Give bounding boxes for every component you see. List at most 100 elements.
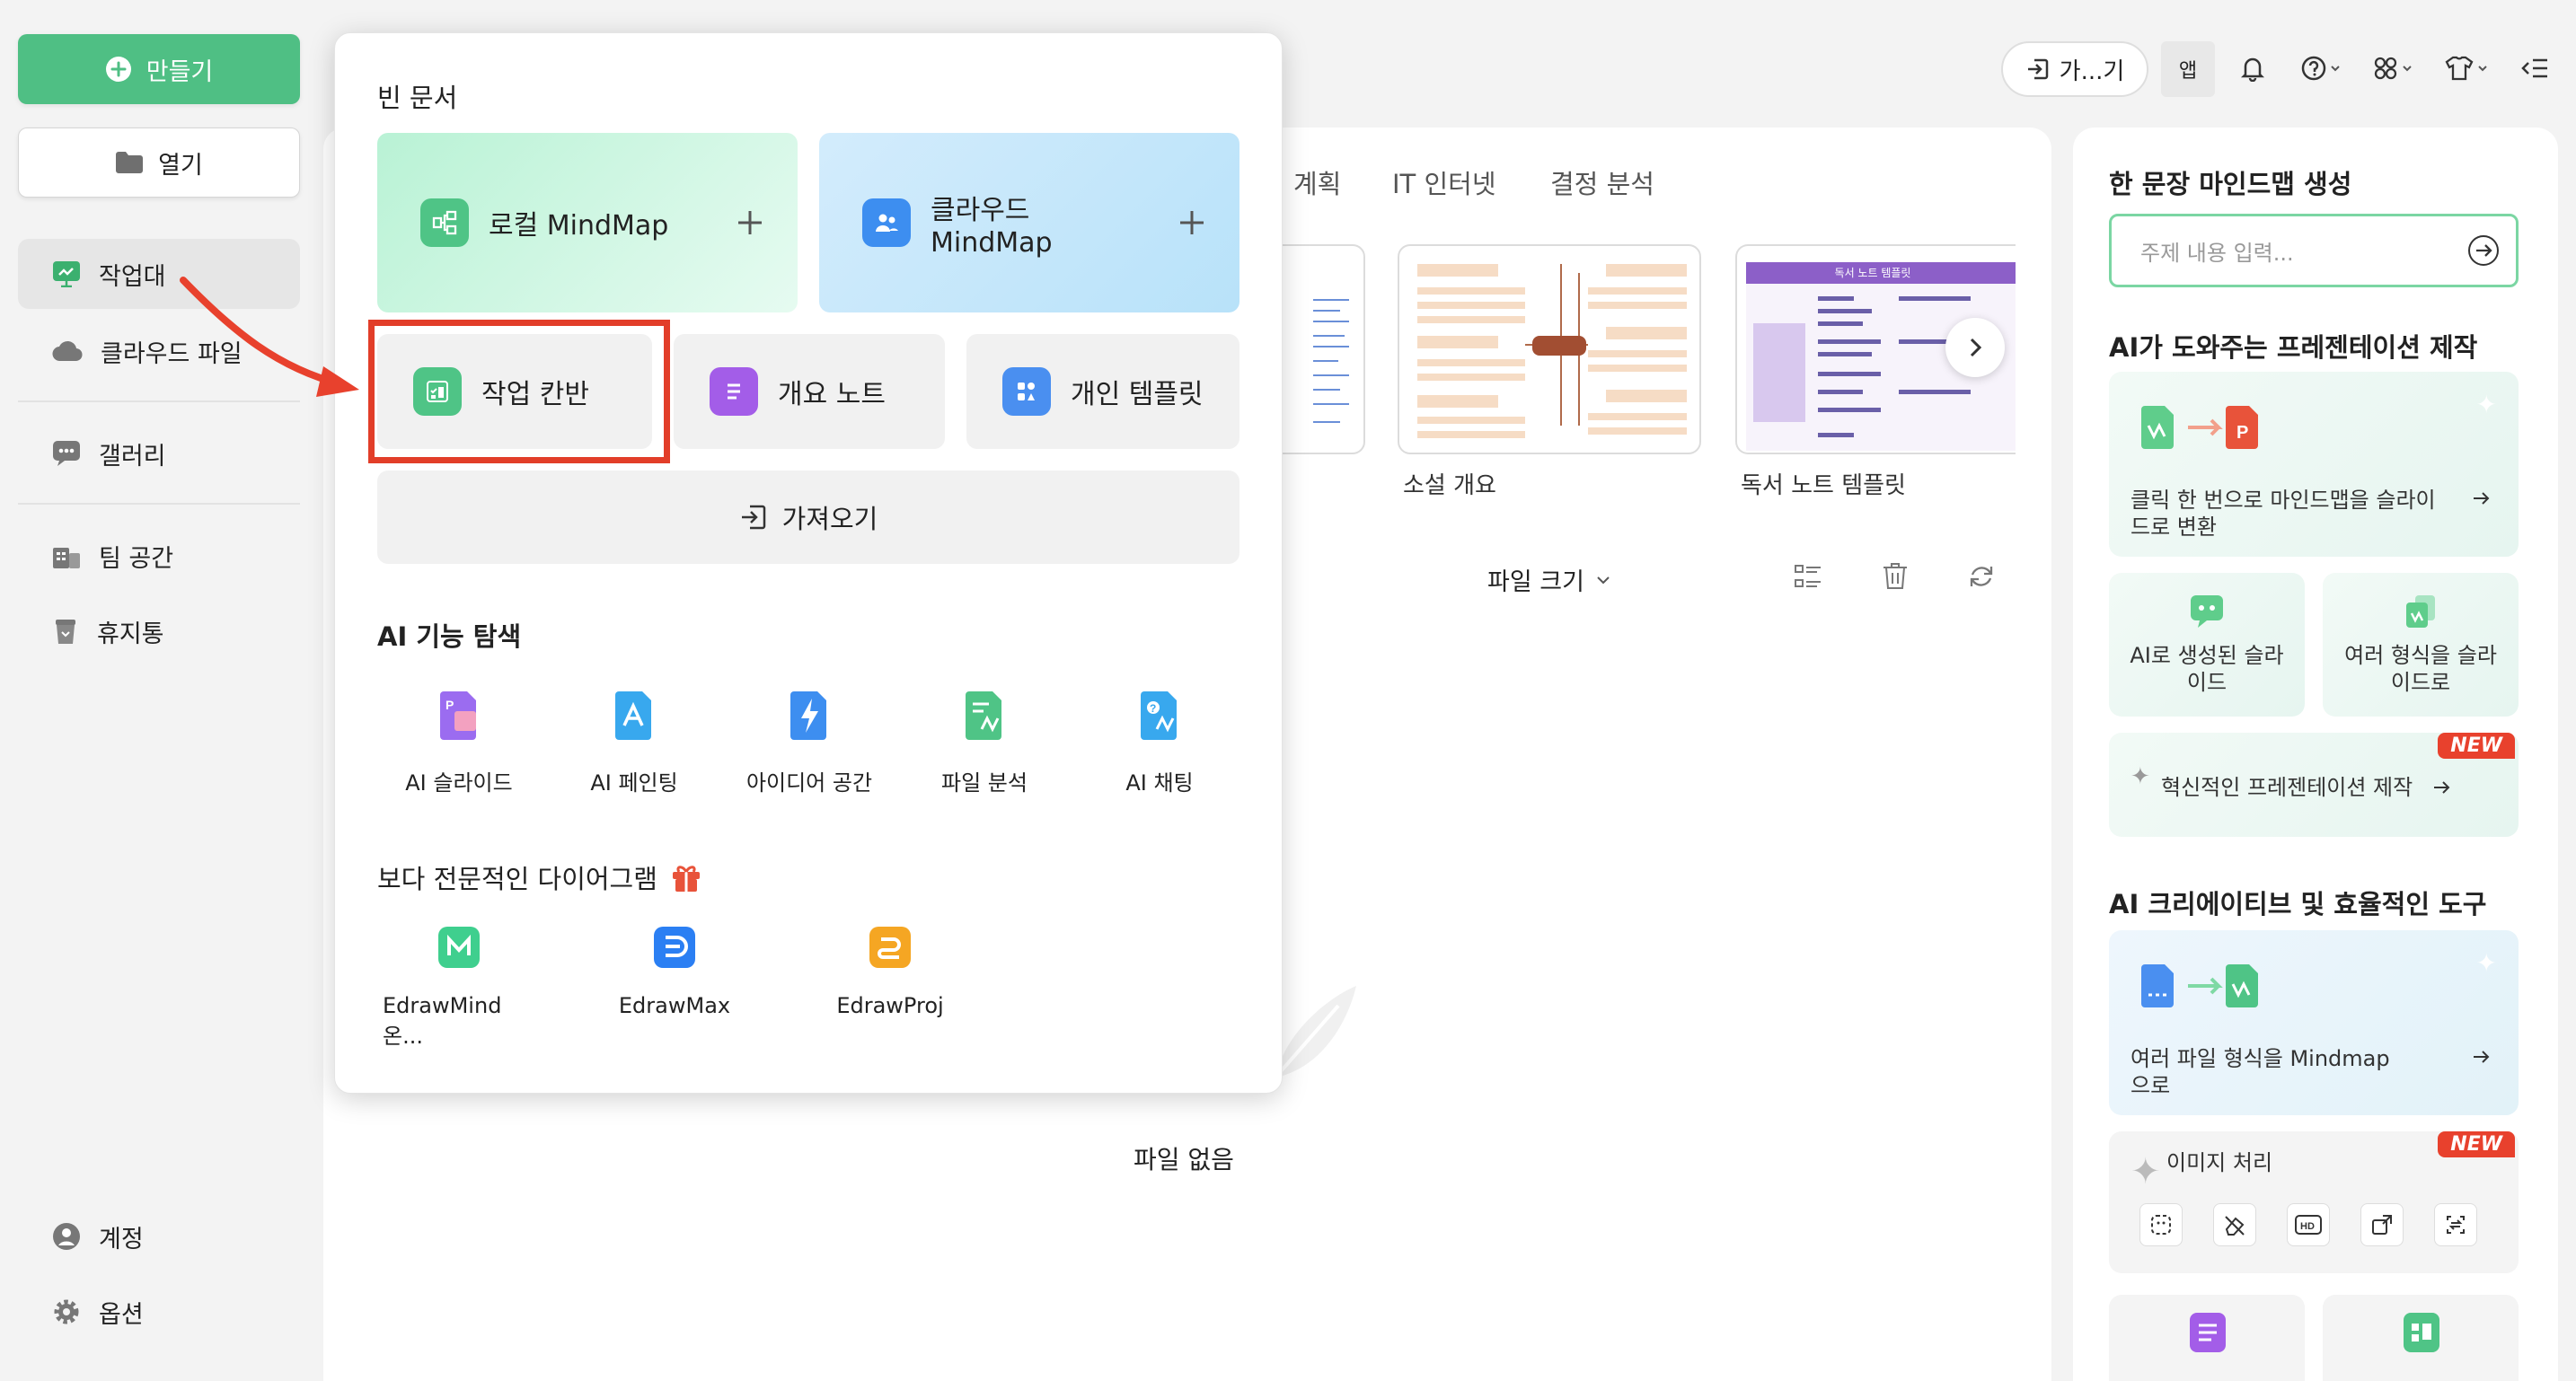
- eraser-icon[interactable]: [2213, 1203, 2256, 1246]
- ai-painting-icon: [612, 690, 657, 742]
- hd-icon[interactable]: HD: [2287, 1203, 2330, 1246]
- svg-text:P: P: [2236, 423, 2248, 443]
- carousel-next-button[interactable]: [1945, 318, 2005, 377]
- background-swap-icon[interactable]: [2434, 1203, 2477, 1246]
- local-mindmap-card[interactable]: 로컬 MindMap: [377, 133, 798, 312]
- multi-format-icon: [2401, 594, 2440, 629]
- multi-format-slides-label: 여러 형식을 슬라이드로: [2344, 643, 2497, 695]
- bell-icon[interactable]: [2226, 41, 2280, 95]
- submit-arrow-icon[interactable]: [2467, 234, 2500, 267]
- cloud-icon: [52, 340, 83, 362]
- personal-template-icon: [1002, 367, 1051, 416]
- outline-note-label: 개요 노트: [778, 379, 886, 410]
- sidebar-item-label: 갤러리: [99, 442, 166, 471]
- shirt-icon[interactable]: [2436, 41, 2499, 95]
- template-label: 소설 개요: [1403, 472, 1496, 499]
- kanban-icon: [2402, 1311, 2441, 1354]
- top-import-button[interactable]: 가...기: [2001, 41, 2148, 97]
- outline-tool-card[interactable]: [2109, 1295, 2305, 1381]
- sidebar-item-gallery[interactable]: 갤러리: [18, 418, 300, 488]
- import-icon: [2025, 57, 2051, 82]
- one-click-slide-card[interactable]: P ✦ 클릭 한 번으로 마인드맵을 슬라이드로 변환: [2109, 372, 2519, 557]
- gift-icon: [670, 861, 702, 893]
- ai-item-label: 아이디어 공간: [745, 770, 873, 796]
- chevron-right-icon: [1966, 336, 1984, 359]
- ai-slide-item[interactable]: P AI 슬라이드: [383, 690, 535, 796]
- sidebar-item-options[interactable]: 옵션: [18, 1277, 300, 1347]
- innovative-text: 혁신적인 프레젠테이션 제작: [2161, 775, 2413, 800]
- arrow-right-icon: [2472, 1049, 2492, 1065]
- personal-template-card[interactable]: 개인 템플릿: [966, 334, 1239, 449]
- cloud-mindmap-card[interactable]: 클라우드 MindMap: [819, 133, 1239, 312]
- file-analysis-item[interactable]: 파일 분석: [908, 690, 1061, 796]
- new-badge: NEW: [2438, 733, 2515, 759]
- create-button[interactable]: 만들기: [18, 34, 300, 104]
- svg-text:?: ?: [1150, 702, 1156, 715]
- tab-decision-analysis[interactable]: 결정 분석: [1550, 163, 1654, 201]
- multi-file-text: 여러 파일 형식을 Mindmap으로: [2130, 1046, 2390, 1098]
- collapse-panel-icon[interactable]: [2508, 41, 2562, 95]
- sidebar-item-team-space[interactable]: 팀 공간: [18, 521, 300, 591]
- multi-file-mindmap-card[interactable]: ✦ 여러 파일 형식을 Mindmap으로: [2109, 930, 2519, 1115]
- outline-note-card[interactable]: 개요 노트: [674, 334, 945, 449]
- edrawmind-online-item[interactable]: EdrawMind 온...: [383, 925, 535, 1050]
- lightning-icon: [787, 690, 832, 742]
- sidebar-item-trash[interactable]: 휴지통: [18, 596, 300, 666]
- ai-features-title: AI 기능 탐색: [377, 621, 522, 652]
- multi-format-slides-card[interactable]: 여러 형식을 슬라이드로: [2323, 573, 2519, 717]
- edrawmind-logo-icon: [437, 925, 481, 970]
- import-icon: [739, 503, 768, 532]
- edrawproj-item[interactable]: EdrawProj: [814, 925, 966, 1050]
- new-badge: NEW: [2438, 1131, 2515, 1157]
- face-detect-icon[interactable]: [2139, 1203, 2183, 1246]
- ai-generated-slides-card[interactable]: AI로 생성된 슬라이드: [2109, 573, 2305, 717]
- sidebar-item-label: 계정: [99, 1225, 144, 1253]
- plus-icon: [1177, 207, 1207, 238]
- sparkle-icon: ✦: [2475, 948, 2497, 978]
- ai-chat-item[interactable]: ? AI 채팅: [1083, 690, 1236, 796]
- edrawmax-item[interactable]: EdrawMax: [598, 925, 751, 1050]
- sort-dropdown[interactable]: 파일 크기: [1487, 562, 1611, 597]
- tab-it-internet[interactable]: IT 인터넷: [1392, 163, 1496, 201]
- template-label: 독서 노트 템플릿: [1741, 472, 1906, 499]
- gear-icon: [52, 1297, 81, 1326]
- ai-item-label: 파일 분석: [941, 770, 1028, 796]
- open-button[interactable]: 열기: [18, 128, 300, 198]
- highlight-box: [368, 320, 670, 463]
- help-icon[interactable]: [2292, 41, 2355, 95]
- sparkle-icon: ✦: [2475, 390, 2497, 419]
- kanban-tool-card[interactable]: [2323, 1295, 2519, 1381]
- expand-image-icon[interactable]: [2360, 1203, 2404, 1246]
- one-sentence-title: 한 문장 마인드맵 생성: [2109, 169, 2352, 199]
- image-processing-label: 이미지 처리: [2166, 1150, 2273, 1175]
- ai-item-label: AI 채팅: [1125, 770, 1194, 796]
- app-button[interactable]: 앱: [2161, 41, 2215, 97]
- template-thumb-novel-outline[interactable]: [1398, 244, 1701, 454]
- image-processing-card[interactable]: NEW ✦ 이미지 처리 HD: [2109, 1131, 2519, 1273]
- idea-space-item[interactable]: 아이디어 공간: [733, 690, 886, 796]
- delete-icon[interactable]: [1881, 560, 1910, 591]
- sidebar-item-account[interactable]: 계정: [18, 1201, 300, 1271]
- plus-icon: [735, 207, 765, 238]
- ai-slide-icon: [2187, 594, 2227, 629]
- pro-item-label: EdrawMax: [618, 993, 731, 1018]
- innovative-presentation-card[interactable]: NEW ✦ 혁신적인 프레젠테이션 제작: [2109, 733, 2519, 837]
- list-view-icon[interactable]: [1793, 562, 1823, 591]
- apps-grid-icon[interactable]: [2364, 41, 2427, 95]
- sidebar-item-label: 작업대: [99, 262, 166, 291]
- import-button[interactable]: 가져오기: [377, 471, 1239, 564]
- ai-painting-item[interactable]: AI 페인팅: [558, 690, 710, 796]
- cloud-mindmap-label: 클라우드 MindMap: [931, 194, 1053, 259]
- tab-plan[interactable]: 계획: [1293, 163, 1341, 201]
- topic-input[interactable]: 주제 내용 입력...: [2109, 214, 2519, 287]
- ai-ppt-title: AI가 도와주는 프레젠테이션 제작: [2109, 332, 2478, 363]
- personal-template-label: 개인 템플릿: [1071, 379, 1204, 410]
- gallery-icon: [52, 440, 81, 467]
- pro-diagram-title: 보다 전문적인 다이어그램: [377, 864, 657, 894]
- import-label: 가져오기: [781, 504, 878, 534]
- workbench-icon: [52, 260, 81, 287]
- topic-placeholder: 주제 내용 입력...: [2140, 240, 2294, 266]
- pro-item-label: EdrawProj: [836, 993, 944, 1018]
- svg-text:P: P: [446, 698, 454, 712]
- refresh-icon[interactable]: [1967, 562, 1996, 591]
